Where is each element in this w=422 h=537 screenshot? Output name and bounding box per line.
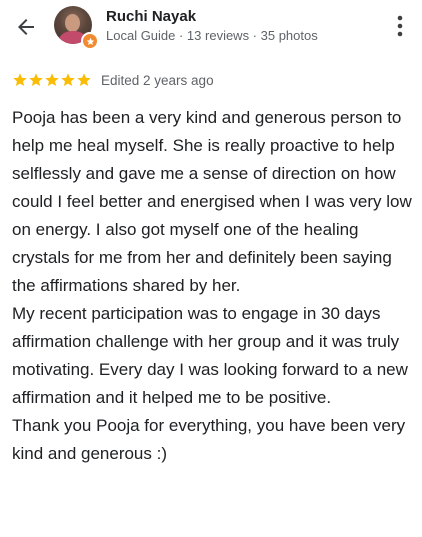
review-paragraph: My recent participation was to engage in… [12,304,408,407]
arrow-left-icon [18,19,34,35]
star-icon [61,73,75,86]
back-button[interactable] [10,11,42,43]
star-rating [12,72,92,88]
star-icon [13,73,27,86]
review-text: Pooja has been a very kind and generous … [12,104,414,468]
review-header: Ruchi Nayak Local Guide · 13 reviews · 3… [0,0,422,56]
local-guide-badge-icon [81,32,99,50]
more-options-button[interactable] [388,12,412,40]
reviewer-avatar[interactable] [54,6,99,50]
reviewer-meta: Local Guide · 13 reviews · 35 photos [106,28,318,43]
edited-timestamp: Edited 2 years ago [101,72,214,88]
rating-row: Edited 2 years ago [12,71,214,89]
star-icon [29,73,43,86]
review-paragraph: Pooja has been a very kind and generous … [12,108,412,295]
badge-star-icon [86,37,94,45]
reviewer-name[interactable]: Ruchi Nayak [106,8,196,25]
review-paragraph: Thank you Pooja for everything, you have… [12,416,406,463]
star-icon [45,73,59,86]
avatar-face [65,14,80,32]
more-vert-icon [397,15,403,37]
star-icon [77,73,91,86]
